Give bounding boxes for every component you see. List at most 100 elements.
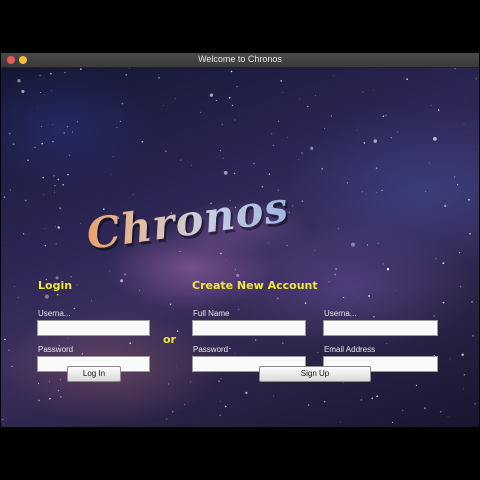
star bbox=[236, 273, 240, 278]
signup-heading: Create New Account bbox=[192, 279, 318, 292]
star bbox=[335, 268, 337, 270]
title-bar[interactable]: Welcome to Chronos bbox=[1, 53, 479, 68]
star bbox=[469, 232, 471, 235]
star bbox=[51, 90, 52, 92]
star bbox=[67, 173, 69, 176]
signup-button[interactable]: Sign Up bbox=[259, 366, 371, 382]
star bbox=[64, 71, 66, 74]
star bbox=[397, 131, 399, 133]
star bbox=[39, 74, 41, 77]
star bbox=[21, 89, 25, 94]
star bbox=[272, 144, 274, 146]
star bbox=[179, 250, 181, 252]
star bbox=[472, 335, 474, 337]
star bbox=[373, 316, 375, 318]
star bbox=[233, 172, 236, 175]
star bbox=[245, 391, 248, 394]
star bbox=[67, 337, 69, 339]
star bbox=[27, 159, 29, 161]
star bbox=[57, 390, 60, 392]
star bbox=[54, 185, 56, 187]
star bbox=[129, 342, 132, 345]
star bbox=[121, 102, 124, 105]
star bbox=[54, 192, 55, 194]
star bbox=[167, 383, 169, 385]
star bbox=[43, 194, 45, 195]
star bbox=[8, 349, 10, 351]
star bbox=[357, 297, 359, 299]
star bbox=[191, 164, 192, 166]
star bbox=[415, 384, 417, 386]
star bbox=[328, 280, 330, 283]
star bbox=[468, 198, 470, 201]
star bbox=[280, 80, 282, 82]
star bbox=[463, 388, 465, 390]
star bbox=[363, 142, 366, 144]
star bbox=[62, 184, 64, 186]
star bbox=[132, 194, 134, 195]
star bbox=[375, 167, 378, 170]
star bbox=[333, 75, 335, 77]
star bbox=[44, 294, 49, 299]
fullname-input[interactable] bbox=[192, 320, 306, 336]
star bbox=[158, 77, 160, 79]
star bbox=[395, 290, 397, 292]
star bbox=[234, 353, 236, 355]
star bbox=[141, 141, 144, 143]
star bbox=[301, 200, 304, 202]
login-button[interactable]: Log In bbox=[67, 366, 121, 382]
star bbox=[454, 68, 456, 70]
star bbox=[273, 395, 274, 397]
or-divider: or bbox=[163, 333, 176, 346]
star bbox=[76, 121, 78, 123]
star bbox=[48, 381, 50, 383]
star bbox=[282, 92, 283, 93]
star bbox=[69, 154, 70, 156]
star bbox=[17, 79, 21, 83]
star bbox=[271, 133, 273, 135]
star bbox=[301, 152, 303, 154]
signup-username-input[interactable] bbox=[323, 320, 438, 336]
star bbox=[22, 233, 25, 235]
star bbox=[474, 403, 476, 405]
star bbox=[449, 358, 451, 360]
star bbox=[3, 196, 5, 198]
star bbox=[230, 70, 233, 73]
star bbox=[52, 124, 53, 126]
star bbox=[120, 279, 124, 283]
star bbox=[209, 93, 214, 97]
star bbox=[219, 414, 221, 416]
star bbox=[371, 397, 373, 399]
star bbox=[447, 415, 449, 417]
star bbox=[338, 228, 339, 230]
star bbox=[183, 403, 186, 406]
star bbox=[321, 167, 324, 170]
star bbox=[385, 114, 387, 116]
star bbox=[255, 339, 257, 341]
star bbox=[310, 146, 314, 150]
star bbox=[55, 226, 56, 228]
star bbox=[59, 207, 61, 209]
star bbox=[110, 173, 112, 175]
star bbox=[52, 141, 54, 143]
star bbox=[466, 131, 468, 133]
star bbox=[390, 136, 393, 139]
star bbox=[323, 400, 326, 403]
login-username-input[interactable] bbox=[37, 320, 150, 336]
star bbox=[282, 342, 284, 344]
fullname-label: Full Name bbox=[193, 309, 230, 318]
star bbox=[433, 136, 437, 141]
star bbox=[298, 159, 299, 160]
star bbox=[220, 400, 222, 402]
star bbox=[41, 142, 43, 145]
star bbox=[234, 119, 236, 121]
star bbox=[56, 293, 59, 296]
star bbox=[373, 89, 375, 91]
star bbox=[425, 191, 427, 193]
star bbox=[17, 296, 19, 298]
star bbox=[124, 273, 126, 276]
star bbox=[268, 242, 270, 244]
star bbox=[351, 242, 355, 247]
star bbox=[42, 176, 44, 179]
star bbox=[314, 95, 316, 96]
